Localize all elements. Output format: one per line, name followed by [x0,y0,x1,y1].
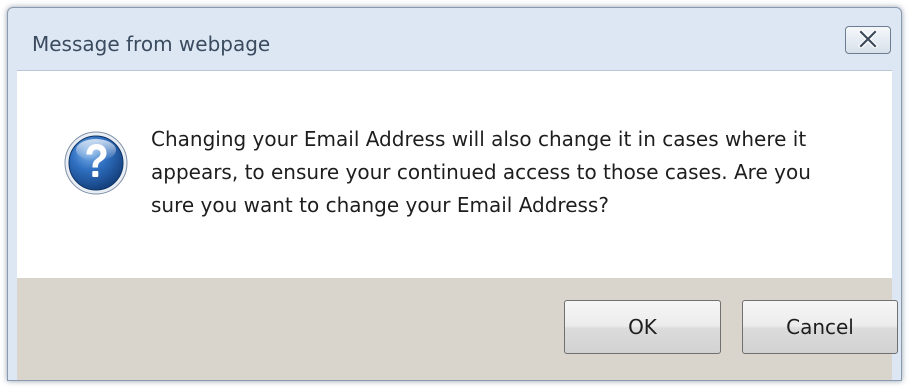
close-button[interactable] [845,26,891,54]
dialog-message: Changing your Email Address will also ch… [151,127,811,217]
close-icon [857,28,879,51]
dialog-title: Message from webpage [32,32,271,56]
ok-button[interactable]: OK [564,300,721,354]
message-area: Changing your Email Address will also ch… [17,71,892,278]
cancel-button[interactable]: Cancel [742,300,898,354]
message-dialog: Message from webpage Changing your Email… [7,7,902,381]
dialog-body: Changing your Email Address will also ch… [17,70,898,380]
dialog-titlebar[interactable]: Message from webpage [8,8,901,70]
question-icon [63,130,129,196]
button-bar: OK Cancel [17,278,898,380]
